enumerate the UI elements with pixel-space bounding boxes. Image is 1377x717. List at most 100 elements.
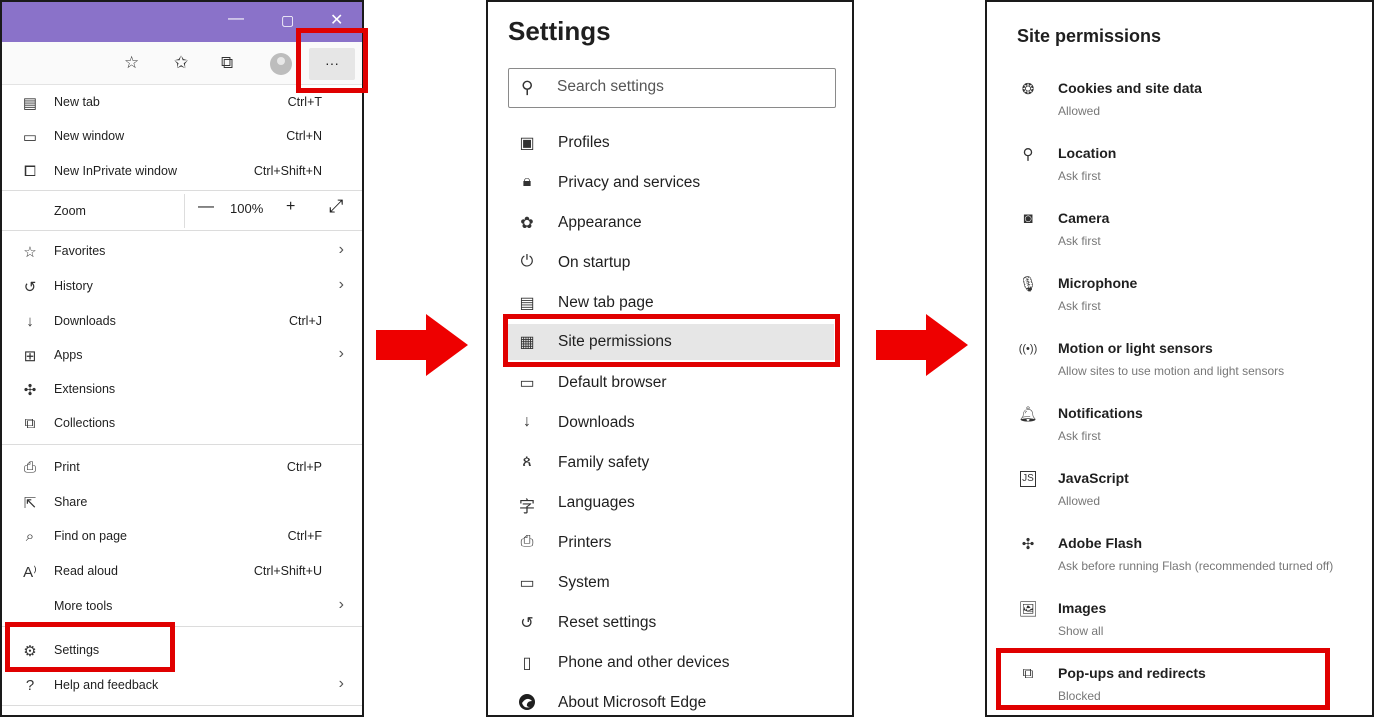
avatar[interactable] — [270, 53, 292, 75]
permission-name: JavaScript — [1058, 470, 1129, 486]
download-icon: ↓ — [523, 413, 531, 430]
zoom-level: 100% — [230, 201, 264, 216]
minimize-button[interactable]: — — [228, 10, 244, 28]
location-icon: ⚲ — [1022, 146, 1034, 163]
image-icon: 🖼︎ — [1018, 601, 1038, 618]
menu-item-new-inprivate-window[interactable]: ⧠ New InPrivate window Ctrl+Shift+N — [2, 155, 362, 189]
settings-item-printers[interactable]: ⎙ Printers — [508, 525, 834, 561]
permission-name: Images — [1058, 600, 1107, 616]
zoom-in-button[interactable]: + — [286, 198, 295, 216]
settings-item-label: Default browser — [558, 374, 667, 391]
extensions-icon: ✣ — [23, 382, 37, 399]
menu-item-label: Find on page — [54, 529, 127, 543]
fullscreen-icon[interactable]: ⤢ — [329, 196, 343, 217]
permission-status: Allowed — [1058, 494, 1101, 508]
settings-item-label: Languages — [558, 494, 635, 511]
menu-item-help-and-feedback[interactable]: ? Help and feedback › — [2, 669, 362, 703]
settings-item-system[interactable]: ▭ System — [508, 565, 834, 601]
maximize-button[interactable]: ▢ — [281, 12, 294, 29]
menu-item-shortcut: Ctrl+F — [287, 529, 322, 543]
menu-item-new-window[interactable]: ▭ New window Ctrl+N — [2, 120, 362, 154]
menu-item-label: New window — [54, 129, 125, 143]
permission-item-notifications[interactable]: 🔔︎ Notifications Ask first — [1007, 405, 1357, 467]
menu-item-read-aloud[interactable]: A⁾ Read aloud Ctrl+Shift+U — [2, 555, 362, 589]
cookie-icon: ❂ — [1021, 81, 1035, 98]
history-icon: ↺ — [23, 279, 37, 296]
menu-item-favorites[interactable]: ☆ Favorites › — [2, 235, 362, 269]
permission-item-adobe-flash[interactable]: ✣ Adobe Flash Ask before running Flash (… — [1007, 535, 1357, 597]
zoom-row: Zoom — [2, 195, 362, 229]
permission-name: Notifications — [1058, 405, 1143, 421]
permission-status: Ask first — [1058, 299, 1101, 313]
settings-item-label: System — [558, 574, 610, 591]
download-icon: ↓ — [26, 313, 34, 330]
permission-item-cookies[interactable]: ❂ Cookies and site data Allowed — [1007, 80, 1357, 142]
settings-item-label: Printers — [558, 534, 612, 551]
chevron-right-icon: › — [338, 345, 344, 362]
chevron-right-icon: › — [338, 596, 344, 613]
settings-item-label: Downloads — [558, 414, 635, 431]
settings-item-appearance[interactable]: ✿ Appearance — [508, 205, 834, 241]
language-icon: 字 — [518, 499, 535, 516]
settings-item-family-safety[interactable]: ጰ Family safety — [508, 445, 834, 481]
settings-item-phone-devices[interactable]: ▯ Phone and other devices — [508, 645, 834, 681]
zoom-out-button[interactable]: — — [198, 198, 214, 216]
menu-item-extensions[interactable]: ✣ Extensions — [2, 373, 362, 407]
menu-item-label: More tools — [54, 599, 113, 613]
permission-name: Adobe Flash — [1058, 535, 1143, 551]
settings-item-label: Profiles — [558, 134, 610, 151]
browser-menu-panel: — ▢ ✕ ☆ ✩ ⧉ ··· ▤ New tab Ctrl+T ▭ New w… — [0, 0, 364, 717]
site-permissions-panel: Site permissions ❂ Cookies and site data… — [985, 0, 1374, 717]
menu-item-shortcut: Ctrl+N — [286, 129, 322, 143]
divider — [2, 190, 362, 191]
profile-icon: ▣ — [519, 135, 535, 152]
settings-item-reset-settings[interactable]: ↺ Reset settings — [508, 605, 834, 641]
search-input[interactable] — [555, 77, 819, 97]
read-aloud-icon: A⁾ — [23, 564, 37, 581]
settings-item-privacy[interactable]: 🔒︎ Privacy and services — [508, 165, 834, 201]
collections-icon[interactable]: ⧉ — [221, 53, 233, 73]
permission-item-motion-sensors[interactable]: ((•)) Motion or light sensors Allow site… — [1007, 340, 1357, 402]
lock-icon: 🔒︎ — [522, 173, 532, 190]
settings-item-label: Phone and other devices — [558, 654, 730, 671]
highlight-popups — [996, 648, 1330, 710]
settings-item-profiles[interactable]: ▣ Profiles — [508, 125, 834, 161]
javascript-icon: JS — [1020, 471, 1036, 487]
collections-icon: ⧉ — [24, 415, 36, 432]
menu-item-more-tools[interactable]: More tools › — [2, 590, 362, 624]
menu-item-find-on-page[interactable]: ⌕ Find on page Ctrl+F — [2, 520, 362, 554]
menu-item-label: Downloads — [54, 314, 116, 328]
close-button[interactable]: ✕ — [330, 10, 343, 30]
settings-item-about-edge[interactable]: About Microsoft Edge — [508, 685, 834, 715]
settings-item-downloads[interactable]: ↓ Downloads — [508, 405, 834, 441]
settings-item-on-startup[interactable]: ⏻ On startup — [508, 245, 834, 281]
menu-item-downloads[interactable]: ↓ Downloads Ctrl+J — [2, 305, 362, 339]
permission-item-camera[interactable]: ◙ Camera Ask first — [1007, 210, 1357, 272]
permission-item-location[interactable]: ⚲ Location Ask first — [1007, 145, 1357, 207]
family-icon: ጰ — [522, 453, 532, 470]
permission-status: Ask first — [1058, 234, 1101, 248]
menu-item-label: History — [54, 279, 93, 293]
highlight-more-button — [296, 28, 368, 93]
permission-name: Location — [1058, 145, 1117, 161]
arrow-right-icon — [876, 314, 968, 376]
menu-item-collections[interactable]: ⧉ Collections — [2, 407, 362, 441]
menu-item-print[interactable]: ⎙ Print Ctrl+P — [2, 451, 362, 485]
star-icon[interactable]: ☆ — [124, 53, 139, 73]
permission-item-microphone[interactable]: 🎙︎ Microphone Ask first — [1007, 275, 1357, 337]
permission-status: Ask first — [1058, 169, 1101, 183]
permission-item-javascript[interactable]: JS JavaScript Allowed — [1007, 470, 1357, 532]
menu-item-label: New tab — [54, 95, 100, 109]
settings-item-default-browser[interactable]: ▭ Default browser — [508, 365, 834, 401]
menu-item-apps[interactable]: ⊞ Apps › — [2, 339, 362, 373]
menu-item-share[interactable]: ⇱ Share — [2, 486, 362, 520]
menu-item-history[interactable]: ↺ History › — [2, 270, 362, 304]
power-icon: ⏻ — [520, 253, 534, 270]
palette-icon: ✿ — [520, 215, 534, 232]
permission-status: Allowed — [1058, 104, 1101, 118]
permission-status: Ask before running Flash (recommended tu… — [1058, 559, 1334, 573]
favorites-list-icon[interactable]: ✩ — [174, 53, 188, 73]
settings-item-languages[interactable]: 字 Languages — [508, 485, 834, 521]
edge-logo-icon — [516, 693, 538, 715]
settings-item-label: New tab page — [558, 294, 654, 311]
